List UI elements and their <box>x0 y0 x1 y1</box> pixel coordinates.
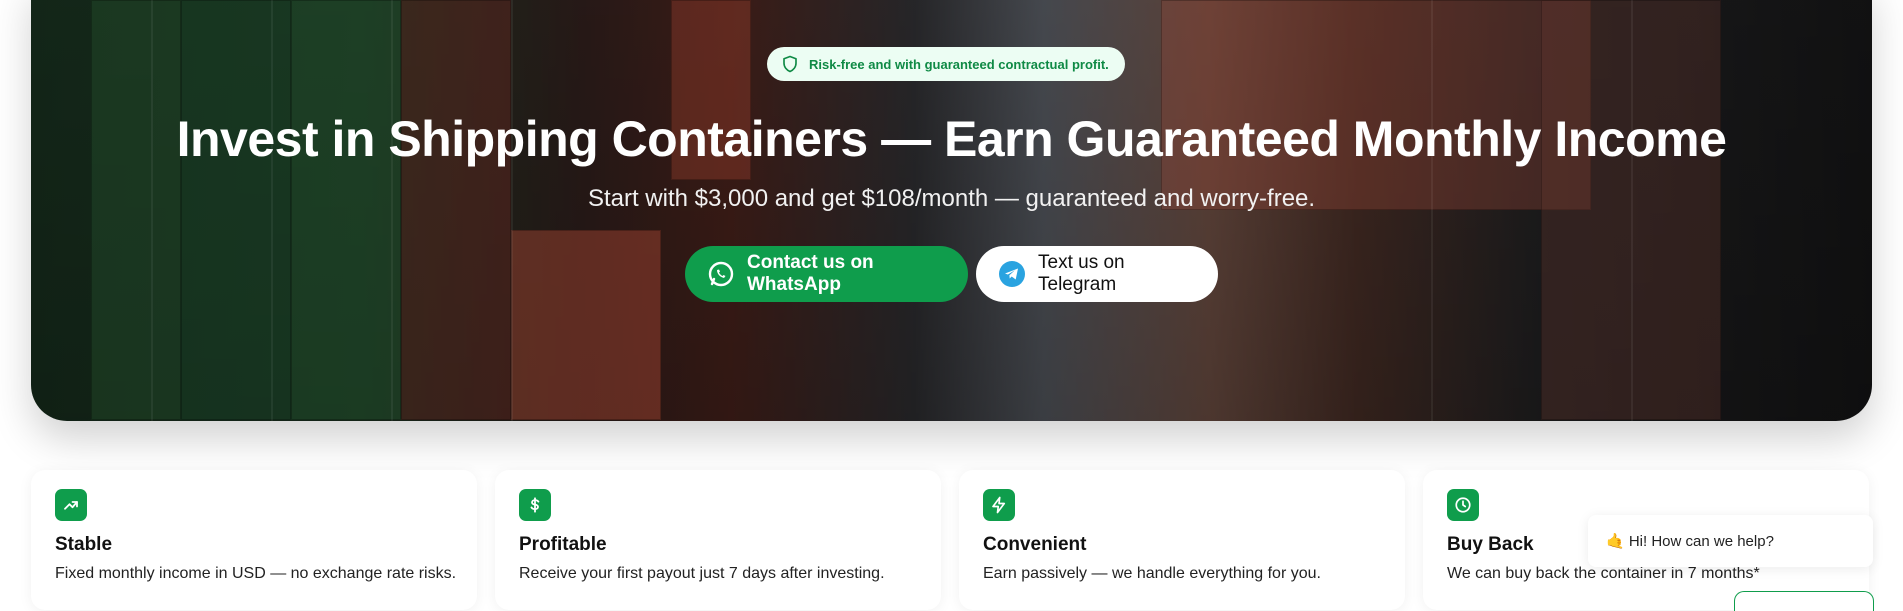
feature-text: Receive your first payout just 7 days af… <box>519 565 885 582</box>
hero-subtitle: Start with $3,000 and get $108/month — g… <box>587 185 1316 212</box>
telegram-button[interactable]: Text us on Telegram <box>976 246 1218 302</box>
telegram-label: Text us on Telegram <box>1038 252 1125 295</box>
chat-launcher-button[interactable] <box>1734 591 1874 611</box>
lightning-icon <box>983 489 1015 521</box>
trending-up-icon <box>55 489 87 521</box>
whatsapp-label: Contact us on WhatsApp <box>747 252 874 295</box>
whatsapp-button[interactable]: Contact us on WhatsApp <box>685 246 968 302</box>
feature-title: Stable <box>55 534 113 555</box>
dollar-icon <box>519 489 551 521</box>
badge-text: Risk-free and with guaranteed contractua… <box>809 56 1109 72</box>
feature-text: Earn passively — we handle everything fo… <box>983 565 1321 582</box>
feature-card-stable: Stable Fixed monthly income in USD — no … <box>31 470 477 610</box>
telegram-icon <box>998 260 1026 288</box>
shield-icon <box>783 55 797 73</box>
feature-text: Fixed monthly income in USD — no exchang… <box>55 565 457 582</box>
chat-greeting-text: 🤙 Hi! How can we help? <box>1606 533 1774 550</box>
feature-card-profitable: Profitable Receive your first payout jus… <box>495 470 941 610</box>
feature-title: Convenient <box>983 534 1087 555</box>
chat-widget-greeting[interactable]: 🤙 Hi! How can we help? <box>1588 515 1873 567</box>
clock-icon <box>1447 489 1479 521</box>
feature-text: We can buy back the container in 7 month… <box>1447 565 1760 582</box>
guarantee-badge: Risk-free and with guaranteed contractua… <box>767 47 1125 81</box>
whatsapp-icon <box>707 260 735 288</box>
feature-card-convenient: Convenient Earn passively — we handle ev… <box>959 470 1405 610</box>
hero-title: Invest in Shipping Containers — Earn Gua… <box>176 111 1727 167</box>
feature-title: Buy Back <box>1447 534 1534 555</box>
feature-title: Profitable <box>519 534 607 555</box>
